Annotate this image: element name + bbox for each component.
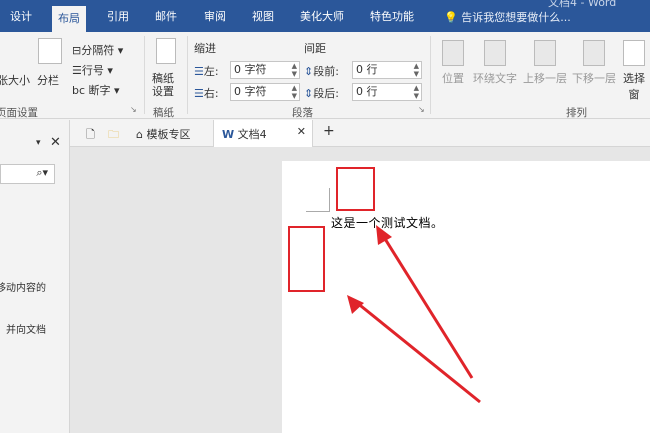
annotation-arrows — [347, 225, 481, 404]
annotation-arrow-line — [355, 300, 481, 404]
annotation-arrowhead — [347, 295, 364, 314]
annotation-arrow-line — [380, 233, 474, 379]
annotation-arrowhead — [376, 225, 392, 245]
